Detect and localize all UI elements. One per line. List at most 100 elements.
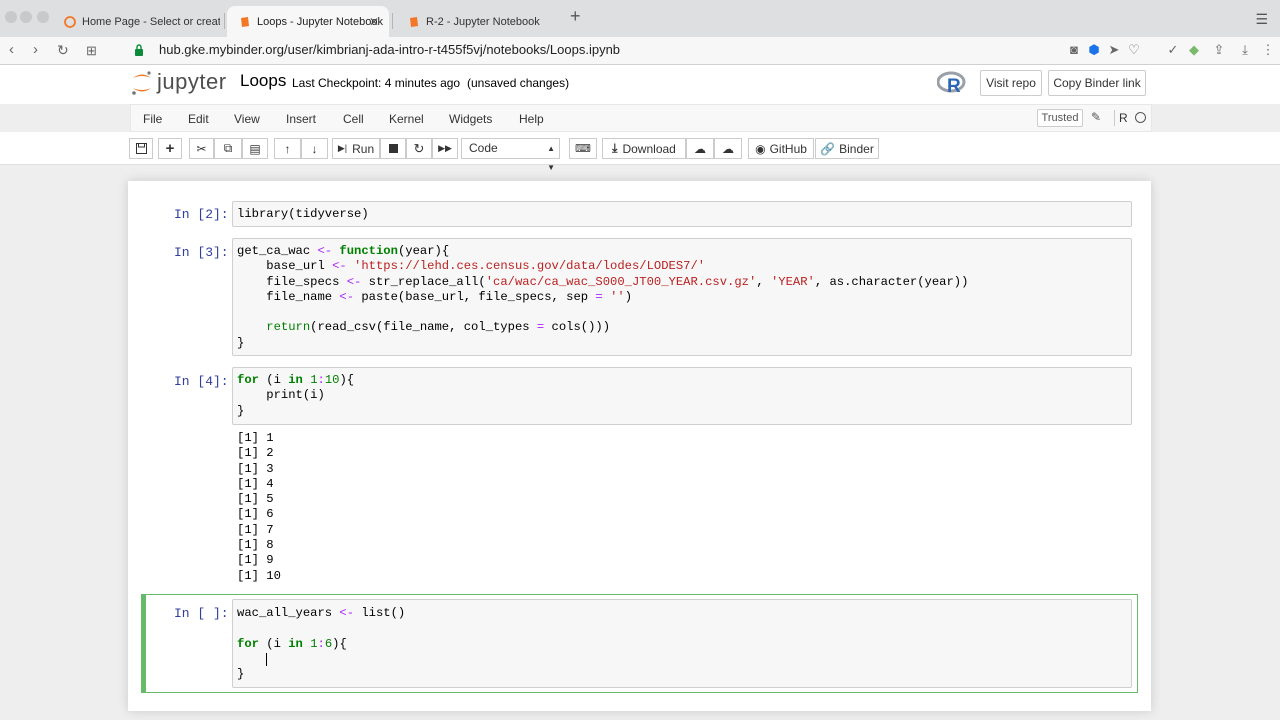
checkpoint-status: Last Checkpoint: 4 minutes ago [292,76,461,90]
github-icon: ◉ [755,141,766,156]
notebook-name[interactable]: Loops [240,71,286,91]
plus-icon: + [165,140,175,157]
output-line: [1] 4 [237,476,274,491]
restart-button[interactable]: ↻ [406,138,432,159]
svg-text:R: R [947,76,961,95]
download-button[interactable]: ⤓ Download [602,138,686,159]
forward-icon[interactable]: › [33,41,38,58]
back-icon[interactable]: ‹ [9,41,14,58]
jupyter-logo-text[interactable]: jupyter [157,69,227,95]
cell-output: [1] 1 [1] 2 [1] 3 [1] 4 [1] 5 [1] 6 [1] 7 [1] 8… [237,431,281,584]
link-icon: 🔗 [820,141,836,156]
menu-cell[interactable]: Cell [343,112,364,126]
reload-icon[interactable]: ↻ [57,42,69,59]
save-button[interactable] [129,138,153,159]
tab-title: R-2 - Jupyter Notebook [426,15,540,28]
github-label: GitHub [769,141,807,156]
lock-icon [135,44,143,56]
cut-button[interactable]: ✂ [189,138,214,159]
menu-edit[interactable]: Edit [188,112,209,126]
menu-file[interactable]: File [143,112,162,126]
new-tab-icon[interactable]: + [570,6,581,27]
kernel-name[interactable]: R [1119,111,1128,125]
notebook-favicon-icon [241,16,249,27]
move-up-button[interactable]: ↑ [274,138,301,159]
cell-type-value: Code [469,141,498,155]
code-input[interactable] [232,367,1132,425]
cloud-download-icon: ☁ [694,141,706,156]
close-window-button[interactable] [5,11,17,23]
cell-prompt: In [2]: [174,207,229,222]
insert-cell-button[interactable]: + [158,138,182,159]
zoom-window-button[interactable] [37,11,49,23]
url-field[interactable]: hub.gke.mybinder.org/user/kimbrianj-ada-… [159,42,620,57]
paste-icon: ▤ [249,141,261,156]
menu-view[interactable]: View [234,112,260,126]
tab-title: Home Page - Select or create [82,15,220,28]
binder-button[interactable]: 🔗 Binder [815,138,879,159]
code-block: wac_all_years <- list() for (i in 1:6){ … [237,606,406,682]
cell-prompt: In [4]: [174,374,229,389]
send-icon[interactable]: ➤ [1106,42,1122,58]
text-cursor [266,653,267,666]
cloud-download-button[interactable]: ☁ [686,138,714,159]
kernel-idle-icon [1135,112,1146,123]
output-line: [1] 3 [237,461,274,476]
browser-tab-loops[interactable]: Loops - Jupyter Notebook ✕ [227,6,389,37]
r-logo-icon: R [937,71,966,95]
paste-button[interactable]: ▤ [242,138,268,159]
cloud-upload-icon: ☁ [722,141,734,156]
arrow-up-icon: ↑ [284,141,291,156]
copy-button[interactable]: ⧉ [214,138,242,159]
interrupt-button[interactable] [380,138,406,159]
more-icon[interactable]: ⋮ [1260,42,1276,58]
edit-mode-indicator [141,594,146,693]
close-tab-icon[interactable]: ✕ [369,15,379,29]
binder-label: Binder [839,141,874,156]
grid-icon[interactable]: ⊞ [86,43,97,59]
trusted-badge[interactable]: Trusted [1037,109,1083,127]
restart-run-all-button[interactable]: ▶▶ [432,138,458,159]
download-label: Download [622,141,676,156]
tab-divider [392,13,393,29]
run-button[interactable]: ▶| Run [332,138,380,159]
cell-prompt: In [3]: [174,245,229,260]
visit-repo-button[interactable]: Visit repo [980,70,1042,96]
move-down-button[interactable]: ↓ [301,138,328,159]
browser-tab-bar: Home Page - Select or create Loops - Jup… [0,0,1280,37]
cube-icon[interactable]: ◆ [1186,42,1202,58]
menu-widgets[interactable]: Widgets [449,112,492,126]
jupyter-favicon-icon [64,15,76,28]
output-line: [1] 8 [237,538,274,553]
menu-kernel[interactable]: Kernel [389,112,424,126]
menu-help[interactable]: Help [519,112,544,126]
copy-icon: ⧉ [223,141,233,155]
keyboard-icon: ⌨ [575,143,591,155]
cell-type-select[interactable]: Code ▲ ▼ [461,138,560,172]
cloud-upload-button[interactable]: ☁ [714,138,742,159]
save-icon [135,143,147,154]
code-block: for (i in 1:10){ print(i) } [237,373,355,418]
tab-menu-icon[interactable]: ☰ [1255,11,1268,28]
stop-icon [388,144,398,153]
jupyter-logo-icon[interactable] [130,69,154,97]
check-circle-icon[interactable]: ✓ [1165,42,1181,58]
browser-tab-home[interactable]: Home Page - Select or create [52,6,220,37]
camera-icon[interactable]: ◙ [1066,42,1082,58]
kernel-divider [1114,110,1115,126]
minimize-window-button[interactable] [20,11,32,23]
tab-divider [224,13,225,29]
shield-icon[interactable]: ⬢ [1086,42,1102,58]
refresh-icon: ↻ [413,140,425,156]
heart-icon[interactable]: ♡ [1126,42,1142,58]
download-icon[interactable]: ⤓ [1237,42,1253,58]
browser-tab-r2[interactable]: R-2 - Jupyter Notebook [396,6,566,37]
share-icon[interactable]: ⇪ [1211,42,1227,58]
copy-binder-link-button[interactable]: Copy Binder link [1048,70,1146,96]
output-line: [1] 10 [237,568,281,583]
run-label: Run [352,141,375,156]
menu-insert[interactable]: Insert [286,112,316,126]
command-palette-button[interactable]: ⌨ [569,138,597,159]
output-line: [1] 7 [237,522,274,537]
github-button[interactable]: ◉ GitHub [748,138,814,159]
